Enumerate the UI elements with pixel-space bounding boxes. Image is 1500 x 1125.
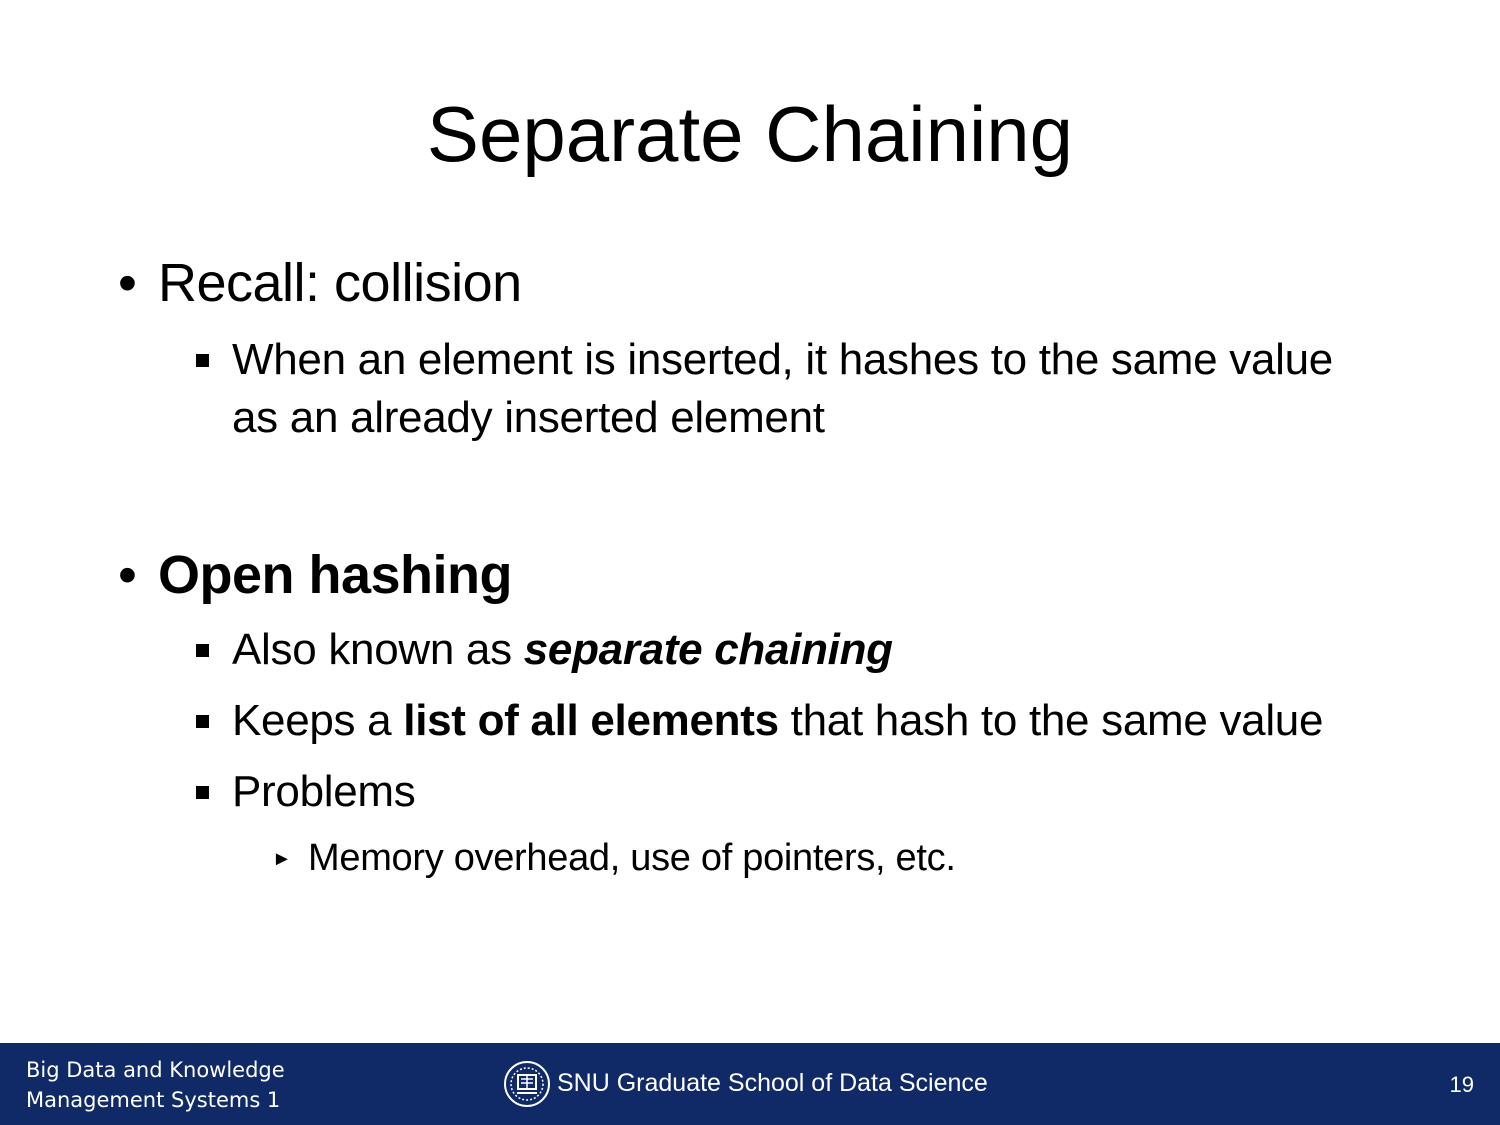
page-number: 19 [1449, 1072, 1474, 1097]
aka-emphasis: separate chaining [523, 625, 893, 674]
school-name: SNU Graduate School of Data Science [557, 1069, 988, 1097]
keeps-suffix: that hash to the same value [778, 696, 1324, 745]
square-bullet [196, 786, 209, 799]
sub-bullet-aka-text: Also known as separate chaining [232, 621, 1376, 679]
bullet-dot: • [118, 253, 137, 313]
keeps-prefix: Keeps a [232, 696, 404, 745]
footer-course-line2: Management Systems 1 [26, 1088, 281, 1112]
bullet-recall-text: Recall: collision [158, 253, 522, 313]
footer-course-line1: Big Data and Knowledge [26, 1058, 285, 1082]
keeps-bold: list of all elements [403, 696, 779, 745]
triangle-bullet-icon: ► [272, 848, 292, 870]
sub-bullet-collision: When an element is inserted, it hashes t… [196, 331, 1376, 447]
snu-seal-logo-icon [504, 1061, 550, 1107]
square-bullet [196, 715, 209, 728]
sub-bullet-collision-text: When an element is inserted, it hashes t… [232, 335, 1333, 442]
aka-prefix: Also known as [232, 625, 524, 674]
footer-course-name: Big Data and Knowledge Management System… [26, 1055, 285, 1115]
slide-body: • Recall: collision When an element is i… [0, 0, 1500, 1040]
slide-footer: Big Data and Knowledge Management System… [0, 1043, 1500, 1125]
sub-bullet-problems-text: Problems [232, 767, 416, 816]
sub-bullet-aka: Also known as separate chaining [196, 621, 1376, 679]
square-bullet [196, 644, 209, 657]
square-bullet [196, 354, 209, 367]
bullet-open-hashing-text: Open hashing [158, 545, 513, 605]
sub-bullet-problems: Problems [196, 763, 1376, 821]
sub-bullet-keeps-text: Keeps a list of all elements that hash t… [232, 692, 1376, 750]
sub-bullet-keeps: Keeps a list of all elements that hash t… [196, 692, 1376, 750]
bullet-dot: • [118, 545, 137, 605]
sub-sub-bullet-memory-text: Memory overhead, use of pointers, etc. [308, 837, 956, 879]
